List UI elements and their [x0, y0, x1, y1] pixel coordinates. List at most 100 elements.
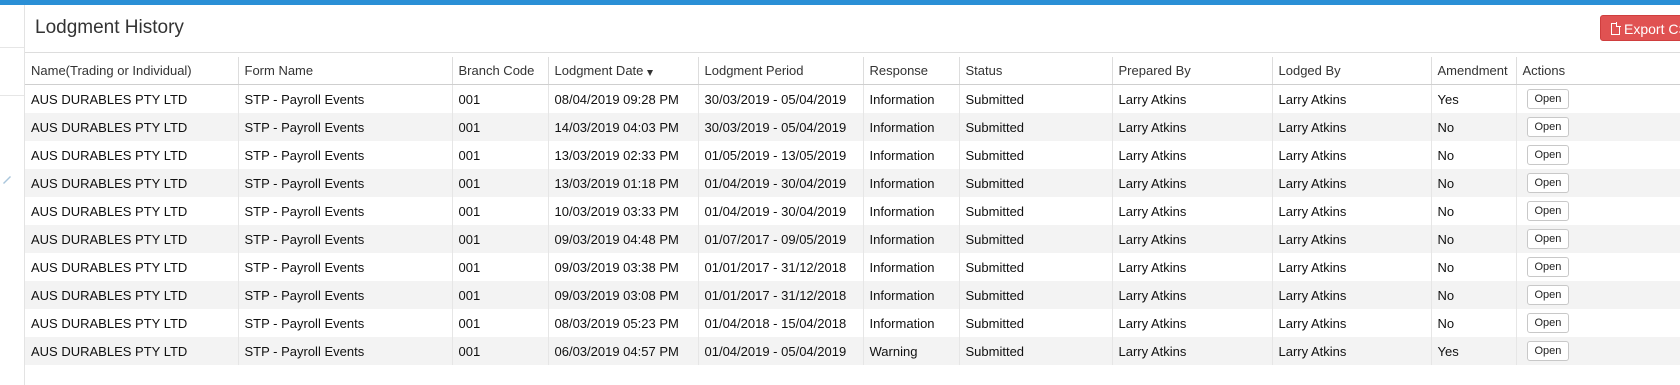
- cell-branch-code: 001: [452, 169, 549, 197]
- cell-branch-code: 001: [452, 141, 549, 169]
- cell-lodgment-date: 09/03/2019 03:38 PM: [548, 253, 699, 281]
- cell-branch-code: 001: [452, 253, 549, 281]
- cell-prepared-by: Larry Atkins: [1112, 141, 1273, 169]
- cell-actions: Open: [1516, 253, 1680, 281]
- cell-status: Submitted: [959, 309, 1113, 337]
- cell-lodgment-period: 01/01/2017 - 31/12/2018: [698, 281, 864, 309]
- open-button[interactable]: Open: [1526, 145, 1570, 165]
- table-row: AUS DURABLES PTY LTD STP - Payroll Events…: [25, 197, 1680, 225]
- column-header-lodgment-period[interactable]: Lodgment Period: [698, 57, 864, 85]
- cell-lodgment-period: 01/05/2019 - 13/05/2019: [698, 141, 864, 169]
- cell-branch-code: 001: [452, 113, 549, 141]
- cell-lodgment-date: 10/03/2019 03:33 PM: [548, 197, 699, 225]
- cell-actions: Open: [1516, 113, 1680, 141]
- open-button[interactable]: Open: [1526, 89, 1570, 109]
- cell-name: AUS DURABLES PTY LTD: [25, 309, 239, 337]
- cell-amendment: No: [1431, 253, 1517, 281]
- open-button[interactable]: Open: [1526, 173, 1570, 193]
- cell-lodgment-period: 01/01/2017 - 31/12/2018: [698, 253, 864, 281]
- cell-form-name: STP - Payroll Events: [238, 281, 453, 309]
- table-row: AUS DURABLES PTY LTD STP - Payroll Events…: [25, 225, 1680, 253]
- export-csv-button[interactable]: Export CSV: [1600, 15, 1680, 41]
- cell-actions: Open: [1516, 225, 1680, 253]
- page-title: Lodgment History: [35, 17, 184, 38]
- cell-response: Information: [863, 197, 960, 225]
- cell-response: Information: [863, 141, 960, 169]
- sort-desc-icon: [647, 70, 654, 76]
- cell-status: Submitted: [959, 141, 1113, 169]
- cell-lodgment-date: 08/04/2019 09:28 PM: [548, 84, 699, 113]
- cell-form-name: STP - Payroll Events: [238, 253, 453, 281]
- column-header-status[interactable]: Status: [959, 57, 1113, 85]
- cell-lodgment-date: 08/03/2019 05:23 PM: [548, 309, 699, 337]
- cell-form-name: STP - Payroll Events: [238, 113, 453, 141]
- cell-lodgment-period: 01/07/2017 - 09/05/2019: [698, 225, 864, 253]
- file-icon: [1611, 22, 1621, 35]
- cell-form-name: STP - Payroll Events: [238, 84, 453, 113]
- cell-lodgment-period: 01/04/2019 - 05/04/2019: [698, 337, 864, 365]
- cell-lodgment-period: 01/04/2019 - 30/04/2019: [698, 169, 864, 197]
- cell-lodged-by: Larry Atkins: [1272, 225, 1432, 253]
- pencil-icon[interactable]: [1, 173, 13, 185]
- column-header-prepared-by[interactable]: Prepared By: [1112, 57, 1273, 85]
- open-button[interactable]: Open: [1526, 285, 1570, 305]
- open-button[interactable]: Open: [1526, 117, 1570, 137]
- cell-lodged-by: Larry Atkins: [1272, 197, 1432, 225]
- cell-actions: Open: [1516, 337, 1680, 365]
- cell-status: Submitted: [959, 337, 1113, 365]
- sidebar-divider: [0, 47, 24, 48]
- table-body: AUS DURABLES PTY LTD STP - Payroll Events…: [25, 84, 1680, 365]
- column-header-name[interactable]: Name(Trading or Individual): [25, 57, 239, 85]
- cell-actions: Open: [1516, 309, 1680, 337]
- lodgment-history-panel: Lodgment History Export CSV Name(Trading…: [25, 5, 1680, 385]
- cell-status: Submitted: [959, 169, 1113, 197]
- cell-name: AUS DURABLES PTY LTD: [25, 169, 239, 197]
- cell-lodgment-date: 14/03/2019 04:03 PM: [548, 113, 699, 141]
- cell-status: Submitted: [959, 197, 1113, 225]
- cell-branch-code: 001: [452, 309, 549, 337]
- cell-form-name: STP - Payroll Events: [238, 141, 453, 169]
- cell-lodgment-date: 13/03/2019 02:33 PM: [548, 141, 699, 169]
- cell-actions: Open: [1516, 84, 1680, 113]
- cell-response: Information: [863, 225, 960, 253]
- cell-name: AUS DURABLES PTY LTD: [25, 141, 239, 169]
- open-button[interactable]: Open: [1526, 341, 1570, 361]
- cell-lodgment-date: 09/03/2019 04:48 PM: [548, 225, 699, 253]
- table-row: AUS DURABLES PTY LTD STP - Payroll Events…: [25, 113, 1680, 141]
- open-button[interactable]: Open: [1526, 229, 1570, 249]
- table-row: AUS DURABLES PTY LTD STP - Payroll Events…: [25, 337, 1680, 365]
- cell-actions: Open: [1516, 197, 1680, 225]
- table-header-row: Name(Trading or Individual) Form Name Br…: [25, 57, 1680, 85]
- table-row: AUS DURABLES PTY LTD STP - Payroll Events…: [25, 169, 1680, 197]
- cell-name: AUS DURABLES PTY LTD: [25, 253, 239, 281]
- column-header-lodgment-date[interactable]: Lodgment Date: [548, 57, 699, 85]
- cell-amendment: No: [1431, 113, 1517, 141]
- open-button[interactable]: Open: [1526, 257, 1570, 277]
- cell-amendment: No: [1431, 309, 1517, 337]
- open-button[interactable]: Open: [1526, 313, 1570, 333]
- column-header-actions: Actions: [1516, 57, 1680, 85]
- cell-name: AUS DURABLES PTY LTD: [25, 84, 239, 113]
- panel-header: Lodgment History Export CSV: [25, 5, 1680, 53]
- column-header-form-name[interactable]: Form Name: [238, 57, 453, 85]
- cell-response: Information: [863, 281, 960, 309]
- export-button-label: Export CSV: [1624, 21, 1680, 37]
- cell-lodgment-period: 01/04/2019 - 30/04/2019: [698, 197, 864, 225]
- cell-lodgment-date: 06/03/2019 04:57 PM: [548, 337, 699, 365]
- cell-actions: Open: [1516, 169, 1680, 197]
- column-header-branch-code[interactable]: Branch Code: [452, 57, 549, 85]
- cell-lodgment-date: 09/03/2019 03:08 PM: [548, 281, 699, 309]
- cell-form-name: STP - Payroll Events: [238, 197, 453, 225]
- column-header-lodged-by[interactable]: Lodged By: [1272, 57, 1432, 85]
- cell-form-name: STP - Payroll Events: [238, 169, 453, 197]
- table-row: AUS DURABLES PTY LTD STP - Payroll Events…: [25, 309, 1680, 337]
- open-button[interactable]: Open: [1526, 201, 1570, 221]
- cell-name: AUS DURABLES PTY LTD: [25, 281, 239, 309]
- cell-response: Information: [863, 309, 960, 337]
- cell-lodged-by: Larry Atkins: [1272, 337, 1432, 365]
- column-header-response[interactable]: Response: [863, 57, 960, 85]
- cell-branch-code: 001: [452, 197, 549, 225]
- column-header-amendment[interactable]: Amendment: [1431, 57, 1517, 85]
- cell-status: Submitted: [959, 84, 1113, 113]
- cell-response: Warning: [863, 337, 960, 365]
